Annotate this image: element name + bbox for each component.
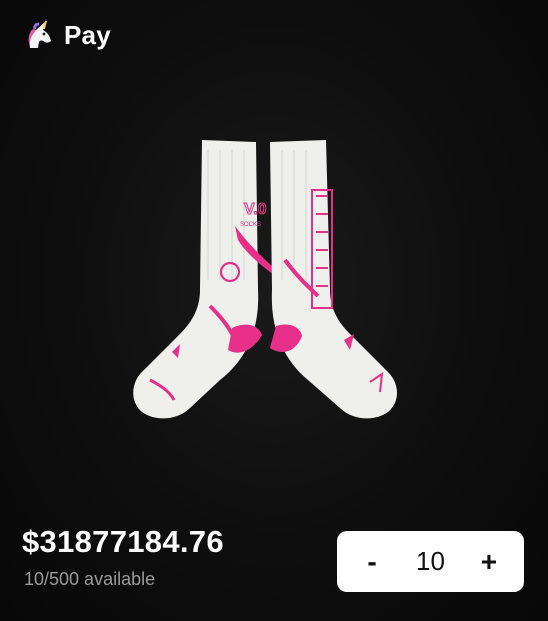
product-price: $31877184.76 (22, 524, 224, 559)
right-sock (270, 140, 397, 419)
svg-text:V.0: V.0 (244, 201, 267, 218)
increment-button[interactable]: + (472, 542, 506, 582)
decrement-button[interactable]: - (355, 542, 389, 582)
quantity-stepper: - 10 + (337, 531, 524, 592)
app-header: Pay (22, 18, 111, 52)
quantity-value: 10 (416, 546, 445, 576)
brand-title: Pay (64, 19, 111, 50)
unicorn-icon (28, 20, 51, 48)
svg-text:SOCKS: SOCKS (240, 222, 261, 228)
availability-text: 10/500 available (24, 569, 156, 589)
socks-image: V.0 SOCKS (133, 140, 397, 419)
